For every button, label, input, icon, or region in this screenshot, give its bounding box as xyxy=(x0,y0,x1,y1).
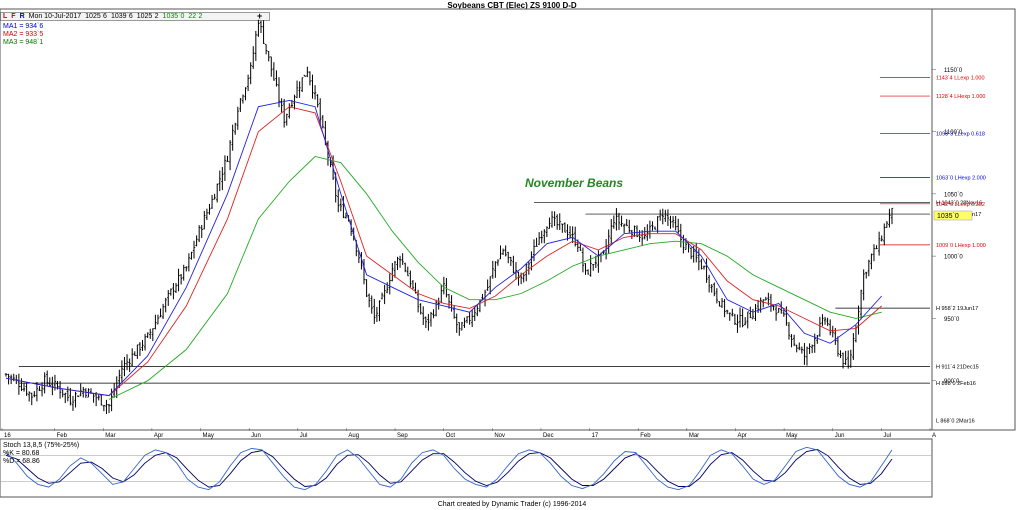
ohlc-bars xyxy=(4,19,894,414)
level-label: H 898`0 2Feb16 xyxy=(936,381,976,387)
chart-annotation: November Beans xyxy=(525,176,623,190)
level-label: L 868`0 2Mar16 xyxy=(936,419,975,425)
projection-levels: 1143`4 LLexp 1.000 1128`4 LHexp 1.000 1098… xyxy=(880,75,986,249)
projection-label: 1143`4 LLexp 1.000 xyxy=(936,75,985,81)
time-tick-label: Dec xyxy=(543,433,554,439)
time-tick-label: Oct xyxy=(446,433,456,439)
projection-label: 1042`0 LLexp 0.382 xyxy=(936,202,985,208)
time-tick-label: Aug xyxy=(348,433,359,439)
price-panel-frame xyxy=(0,8,1016,431)
price-axis: 1150`01100`01050`01000`0950`0900`0 xyxy=(932,68,963,385)
stoch-legend: Stoch 13,8,5 (75%-25%) %K = 80.68 %D = 6… xyxy=(3,442,79,466)
time-tick-label: May xyxy=(786,433,797,439)
level-label: H 911`4 21Dec15 xyxy=(936,364,979,370)
time-tick-label: Sep xyxy=(397,433,408,439)
time-tick-label: Apr xyxy=(737,433,746,439)
stoch-title: Stoch 13,8,5 (75%-25%) xyxy=(3,442,80,449)
stoch-k: %K = 80.68 xyxy=(3,450,40,457)
time-tick-label: A xyxy=(932,433,936,439)
time-tick-label: Feb xyxy=(640,433,651,439)
chart-canvas[interactable]: 1150`01100`01050`01000`0950`0900`0 16 Feb… xyxy=(0,0,1024,510)
stoch-k-line xyxy=(5,446,893,491)
time-tick-label: Mar xyxy=(105,433,115,439)
price-tick-label: 1150`0 xyxy=(944,68,963,74)
price-tick-label: 1050`0 xyxy=(944,192,963,198)
ma3-line xyxy=(108,156,882,400)
time-tick-label: Mar xyxy=(689,433,699,439)
stoch-d: %D = 68.86 xyxy=(3,458,40,465)
projection-label: 1098`3 LLexp 0.618 xyxy=(936,132,985,138)
projection-label: 1128`4 LHexp 1.000 xyxy=(936,94,985,100)
time-tick-label: Apr xyxy=(154,433,163,439)
time-tick-label: Jul xyxy=(883,433,891,439)
time-tick-label: Jul xyxy=(300,433,308,439)
last-price-tag: 1035`0 xyxy=(937,213,959,220)
time-tick-label: Nov xyxy=(494,433,505,439)
stoch-panel-frame xyxy=(0,438,933,498)
time-tick-label: 17 xyxy=(592,433,599,439)
time-tick-label: Jun xyxy=(251,433,261,439)
price-tick-label: 1000`0 xyxy=(944,255,963,261)
time-tick-label: Jun xyxy=(835,433,845,439)
level-label: H 958`2 19Jun17 xyxy=(936,306,978,312)
projection-label: 1063`0 LHexp 2.000 xyxy=(936,176,986,182)
time-tick-label: 16 xyxy=(4,433,11,439)
time-tick-label: Feb xyxy=(57,433,68,439)
stochastic-lines xyxy=(0,446,932,491)
chart-credit: Chart created by Dynamic Trader (c) 1996… xyxy=(437,501,587,508)
time-tick-label: May xyxy=(203,433,214,439)
price-tick-label: 950`0 xyxy=(944,317,960,323)
projection-label: 1009`0 LHexp 1.000 xyxy=(936,243,986,249)
